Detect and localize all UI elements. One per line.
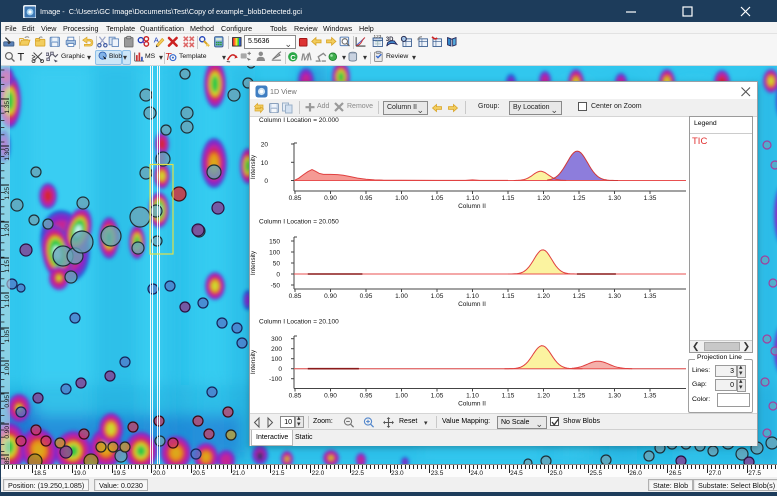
svg-text:1.05: 1.05 [431, 393, 444, 400]
svg-text:1.30: 1.30 [4, 148, 11, 161]
svg-text:0.85: 0.85 [289, 393, 302, 400]
svg-text:-100: -100 [269, 376, 282, 383]
svg-text:1.25: 1.25 [573, 195, 586, 202]
svg-text:1.35: 1.35 [644, 293, 657, 300]
svg-text:1.15: 1.15 [4, 260, 11, 273]
svg-text:1.35: 1.35 [644, 195, 657, 202]
svg-text:0: 0 [276, 272, 280, 279]
svg-text:200: 200 [271, 346, 282, 353]
svg-text:0.90: 0.90 [324, 195, 337, 202]
svg-text:10: 10 [261, 160, 269, 167]
svg-text:1.20: 1.20 [4, 224, 11, 237]
svg-text:Column I Location = 20.100: Column I Location = 20.100 [259, 319, 339, 326]
svg-text:20: 20 [261, 142, 269, 149]
svg-text:0: 0 [278, 366, 282, 373]
svg-text:1.00: 1.00 [395, 393, 408, 400]
svg-text:-50: -50 [271, 283, 281, 290]
svg-text:M: M [301, 53, 310, 64]
svg-text:0.90: 0.90 [324, 393, 337, 400]
svg-text:123: 123 [374, 35, 382, 39]
svg-text:0.85: 0.85 [4, 457, 11, 464]
svg-text:1.35: 1.35 [4, 101, 11, 114]
svg-text:T: T [18, 52, 25, 64]
svg-text:Column II: Column II [458, 301, 486, 308]
svg-text:50: 50 [273, 261, 281, 268]
svg-text:100: 100 [269, 250, 280, 257]
svg-text:1.25: 1.25 [573, 393, 586, 400]
svg-text:0: 0 [264, 178, 268, 185]
svg-text:1.10: 1.10 [466, 393, 479, 400]
svg-text:1.25: 1.25 [573, 293, 586, 300]
svg-text:1.25: 1.25 [4, 187, 11, 200]
svg-text:1.20: 1.20 [537, 293, 550, 300]
svg-text:0.85: 0.85 [289, 195, 302, 202]
svg-text:1.00: 1.00 [395, 195, 408, 202]
svg-text:1.05: 1.05 [4, 330, 11, 343]
svg-text:150: 150 [269, 239, 280, 246]
svg-text:1.00: 1.00 [4, 363, 11, 376]
svg-text:1.20: 1.20 [537, 195, 550, 202]
svg-text:0.95: 0.95 [4, 395, 11, 408]
svg-text:1.10: 1.10 [4, 295, 11, 308]
svg-text:Intensity: Intensity [250, 349, 257, 374]
svg-text:1.00: 1.00 [395, 293, 408, 300]
svg-text:0.90: 0.90 [324, 293, 337, 300]
svg-text:Column I Location = 20.000: Column I Location = 20.000 [259, 117, 339, 124]
svg-text:1.15: 1.15 [502, 195, 515, 202]
svg-text:100: 100 [271, 356, 282, 363]
svg-text:1.30: 1.30 [608, 293, 621, 300]
svg-text:0.85: 0.85 [289, 293, 302, 300]
svg-text:0.90: 0.90 [4, 426, 11, 439]
svg-text:1.20: 1.20 [537, 393, 550, 400]
svg-text:Column II: Column II [458, 401, 486, 408]
svg-text:1.10: 1.10 [466, 293, 479, 300]
svg-text:1.35: 1.35 [644, 393, 657, 400]
svg-text:300: 300 [271, 336, 282, 343]
svg-text:1.05: 1.05 [431, 293, 444, 300]
svg-text:0.95: 0.95 [360, 293, 373, 300]
svg-text:1.05: 1.05 [431, 195, 444, 202]
svg-text:1.30: 1.30 [608, 393, 621, 400]
svg-text:C: C [290, 53, 296, 62]
svg-text:1.15: 1.15 [502, 393, 515, 400]
svg-text:0.95: 0.95 [360, 393, 373, 400]
svg-text:Intensity: Intensity [250, 154, 257, 179]
svg-text:1.10: 1.10 [466, 195, 479, 202]
svg-text:1.30: 1.30 [608, 195, 621, 202]
svg-text:T: T [165, 52, 172, 63]
svg-text:Intensity: Intensity [250, 250, 257, 275]
svg-text:Column II: Column II [458, 203, 486, 210]
svg-text:0.95: 0.95 [360, 195, 373, 202]
svg-text:Column I Location = 20.050: Column I Location = 20.050 [259, 219, 339, 226]
svg-text:1.15: 1.15 [502, 293, 515, 300]
